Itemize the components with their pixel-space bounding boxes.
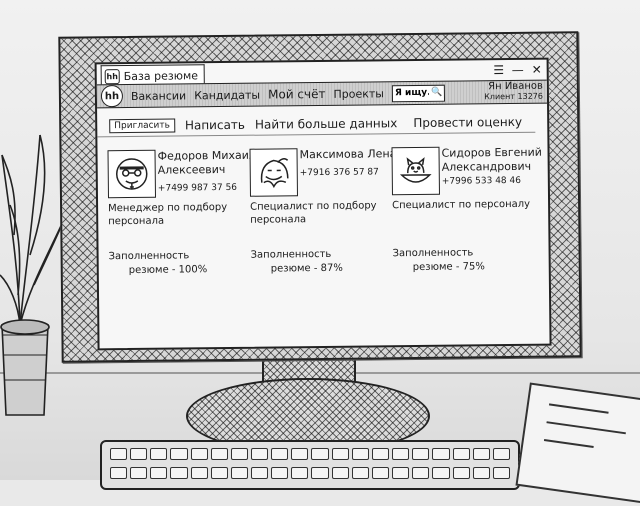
keyboard-key[interactable] [331, 448, 349, 460]
minimize-icon[interactable]: — [512, 63, 524, 77]
keyboard-key[interactable] [271, 466, 289, 479]
user-name: Ян Иванов [488, 80, 543, 93]
invite-button[interactable]: Пригласить [109, 118, 175, 134]
keyboard-key[interactable] [150, 466, 168, 479]
candidate-phone: +7916 376 57 87 [299, 167, 379, 179]
search-icon[interactable]: 🔍 [431, 88, 442, 98]
completeness-value: резюме - 87% [270, 262, 343, 275]
hh-logo[interactable]: hh [100, 85, 124, 108]
candidate-card[interactable]: Федоров Михаил Алексеевич +7499 987 37 5… [107, 149, 257, 341]
keyboard-key[interactable] [130, 466, 148, 479]
keyboard-key[interactable] [210, 448, 228, 460]
keyboard-key[interactable] [251, 466, 269, 479]
keyboard-key[interactable] [251, 448, 269, 460]
person-with-glasses-icon [107, 149, 156, 199]
candidate-card[interactable]: Максимова Лена +7916 376 57 87 Специалис… [249, 147, 399, 339]
keyboard-key[interactable] [271, 448, 289, 460]
window-controls: ☰ — ✕ [493, 63, 543, 78]
notebook [515, 382, 640, 506]
keyboard-key[interactable] [150, 448, 168, 460]
keyboard-key[interactable] [432, 448, 450, 460]
keyboard-key[interactable] [210, 466, 228, 479]
keyboard-key[interactable] [412, 448, 430, 460]
candidate-list: Федоров Михаил Алексеевич +7499 987 37 5… [107, 146, 543, 341]
keyboard-key[interactable] [492, 448, 510, 460]
keyboard-key[interactable] [371, 466, 390, 479]
keyboard-key[interactable] [371, 448, 390, 460]
write-button[interactable]: Написать [185, 118, 245, 133]
resume-completeness: Заполненность резюме - 87% [251, 248, 343, 277]
keyboard-key[interactable] [472, 466, 490, 479]
browser-window: hh База резюме ☰ — ✕ hh Вакансии Кандида… [94, 57, 552, 351]
resume-completeness: Заполненность резюме - 100% [109, 249, 208, 278]
candidate-card[interactable]: Сидоров Евгений Александрович +7996 533 … [391, 146, 542, 338]
candidate-role: Специалист по подбору персонала [250, 200, 377, 226]
hh-tab-icon: hh [104, 68, 120, 84]
menu-icon[interactable]: ☰ [493, 63, 505, 77]
keyboard-key[interactable] [472, 448, 490, 460]
completeness-value: резюме - 75% [412, 261, 485, 274]
tab-resume-database[interactable]: hh База резюме [100, 64, 206, 86]
completeness-label: Заполненность [108, 250, 190, 263]
completeness-label: Заполненность [250, 248, 332, 261]
keyboard-key[interactable] [351, 448, 369, 460]
find-more-data-button[interactable]: Найти больше данных [255, 116, 397, 131]
nav-vacancies[interactable]: Вакансии [131, 89, 186, 103]
nav-my-account[interactable]: Мой счёт [268, 87, 326, 102]
keyboard-key[interactable] [351, 466, 369, 479]
nav-candidates[interactable]: Кандидаты [194, 88, 260, 102]
keyboard-key[interactable] [492, 466, 510, 479]
close-icon[interactable]: ✕ [531, 63, 543, 77]
keyboard[interactable] [100, 440, 520, 490]
keyboard-key[interactable] [190, 448, 208, 460]
keyboard-key[interactable] [291, 466, 309, 479]
keyboard-key[interactable] [412, 466, 430, 479]
keyboard-key[interactable] [311, 448, 329, 460]
candidate-role: Специалист по персоналу [392, 198, 531, 212]
candidate-phone: +7996 533 48 46 [441, 175, 522, 187]
nav-projects[interactable]: Проекты [333, 87, 384, 101]
keyboard-key[interactable] [170, 466, 188, 479]
woman-avatar-icon [249, 148, 298, 197]
keyboard-key[interactable] [392, 466, 410, 479]
keyboard-key[interactable] [130, 448, 148, 460]
keyboard-key[interactable] [452, 466, 470, 479]
completeness-label: Заполненность [392, 247, 474, 260]
monitor-bezel: hh База резюме ☰ — ✕ hh Вакансии Кандида… [58, 31, 582, 363]
cat-in-bowl-icon [391, 146, 440, 196]
keyboard-key[interactable] [432, 466, 450, 479]
keyboard-key[interactable] [311, 466, 329, 479]
search-box[interactable]: 🔍 [391, 84, 446, 102]
user-menu[interactable]: Ян Иванов Клиент 13276 [484, 80, 544, 103]
keyboard-key[interactable] [230, 466, 249, 479]
candidate-role: Менеджер по подбору персонала [108, 201, 228, 228]
keyboard-key[interactable] [291, 448, 309, 460]
keyboard-key[interactable] [331, 466, 349, 479]
top-navigation: hh Вакансии Кандидаты Мой счёт Проекты 🔍… [96, 79, 548, 109]
candidate-name[interactable]: Сидоров Евгений Александрович [441, 146, 551, 175]
user-client-id: Клиент 13276 [484, 91, 544, 102]
resume-completeness: Заполненность резюме - 75% [393, 246, 485, 275]
keyboard-key[interactable] [190, 466, 208, 479]
keyboard-key[interactable] [452, 448, 470, 460]
candidate-phone: +7499 987 37 56 [157, 182, 238, 194]
search-input[interactable] [394, 87, 429, 99]
tab-label: База резюме [123, 68, 199, 83]
assess-button[interactable]: Провести оценку [413, 115, 522, 130]
keyboard-key[interactable] [230, 448, 249, 460]
completeness-value: резюме - 100% [128, 264, 208, 277]
keyboard-key[interactable] [392, 448, 410, 460]
keyboard-key[interactable] [110, 466, 128, 479]
keyboard-key[interactable] [110, 448, 128, 460]
keyboard-key[interactable] [170, 448, 188, 460]
